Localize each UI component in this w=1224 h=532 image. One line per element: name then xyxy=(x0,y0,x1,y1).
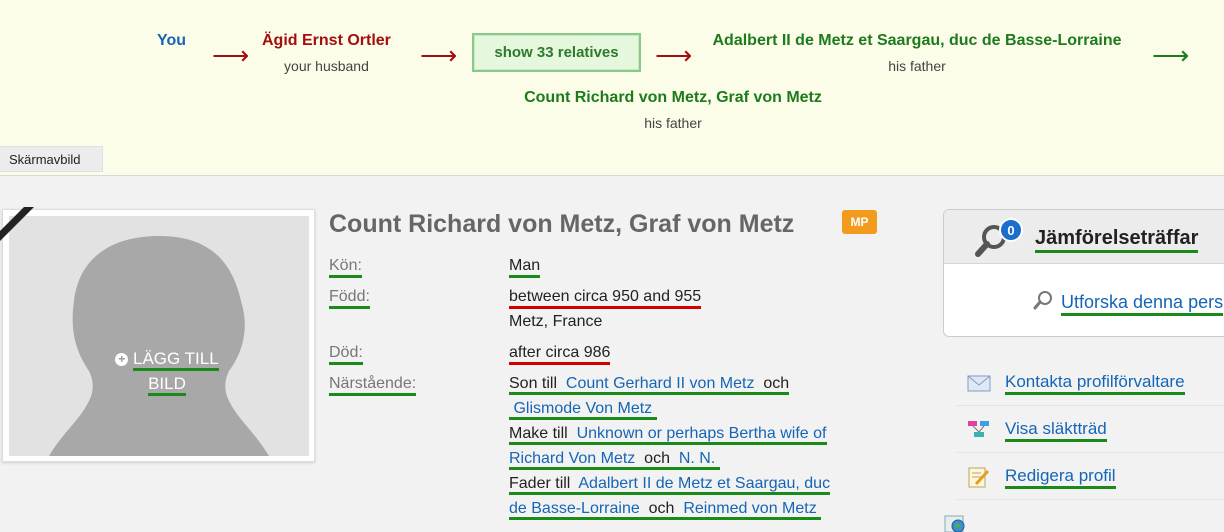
edit-profile-link[interactable]: Redigera profil xyxy=(1005,466,1116,489)
matches-header[interactable]: 0 Jämförelseträffar xyxy=(944,210,1224,264)
born-date: between circa 950 and 955 xyxy=(509,288,702,309)
family-child-row: de Basse-Lorraine och Reinmed von Metz xyxy=(509,500,822,520)
add-photo-line2[interactable]: BILD xyxy=(148,374,186,396)
explore-link[interactable]: Utforska denna pers xyxy=(1061,292,1224,316)
relationship-adalbert: Adalbert II de Metz et Saargau, duc de B… xyxy=(706,32,1128,74)
envelope-icon xyxy=(967,375,991,392)
gender-label: Kön: xyxy=(329,257,362,278)
relationship-banner: You ⟶ Ägid Ernst Ortler your husband ⟶ s… xyxy=(0,0,1224,176)
globe-icon xyxy=(943,514,969,532)
family-label: Närstående: xyxy=(329,375,417,396)
adalbert-link[interactable]: Adalbert II de Metz et Saargau, duc de B… xyxy=(706,32,1128,50)
profile-name: Count Richard von Metz, Graf von Metz xyxy=(329,210,795,238)
edit-pencil-icon xyxy=(968,467,990,488)
edit-profile-item[interactable]: Redigera profil xyxy=(957,454,1224,500)
richard-role: his father xyxy=(644,115,702,131)
contact-manager-item[interactable]: Kontakta profilförvaltare xyxy=(957,360,1224,406)
born-label: Född: xyxy=(329,288,370,309)
view-tree-item[interactable]: Visa släktträd xyxy=(957,407,1224,453)
arrow-right-icon: ⟶ xyxy=(655,40,693,70)
relationship-husband: Ägid Ernst Ortler your husband xyxy=(262,32,391,74)
add-photo-line1[interactable]: LÄGG TILL xyxy=(133,349,219,371)
richard-link[interactable]: Count Richard von Metz, Graf von Metz xyxy=(519,89,827,107)
silhouette-icon xyxy=(49,236,269,456)
and-text: och xyxy=(763,375,790,392)
wife2-link[interactable]: N. N. xyxy=(679,450,715,467)
relationship-richard: Count Richard von Metz, Graf von Metz hi… xyxy=(519,89,827,131)
family-wife-row: Richard Von Metz och N. N. xyxy=(509,450,720,470)
matches-panel: 0 Jämförelseträffar Utforska denna pers xyxy=(943,209,1224,337)
adalbert-role: his father xyxy=(888,58,946,74)
family-son-of-row: Son till Count Gerhard II von Metz och xyxy=(509,375,790,395)
search-icon xyxy=(1033,291,1052,310)
matches-title[interactable]: Jämförelseträffar xyxy=(1035,227,1199,253)
you-link[interactable]: You xyxy=(157,32,186,50)
son-of-text: Son till xyxy=(509,375,558,392)
contact-manager-link[interactable]: Kontakta profilförvaltare xyxy=(1005,372,1185,395)
child-link-line1[interactable]: Adalbert II de Metz et Saargau, duc xyxy=(578,475,830,492)
mother-link[interactable]: Glismode Von Metz xyxy=(513,400,652,417)
child2-link[interactable]: Reinmed von Metz xyxy=(683,500,816,517)
view-tree-link[interactable]: Visa släktträd xyxy=(1005,419,1107,442)
family-husband-row: Make till Unknown or perhaps Bertha wife… xyxy=(509,425,827,445)
gender-value: Man xyxy=(509,257,541,278)
profile-photo-frame: + LÄGG TILL BILD xyxy=(2,209,315,462)
father-link[interactable]: Count Gerhard II von Metz xyxy=(566,375,755,392)
family-father-of-row: Fader till Adalbert II de Metz et Saarga… xyxy=(509,475,831,495)
plus-circle-icon: + xyxy=(115,353,129,366)
match-count-badge: 0 xyxy=(999,218,1023,242)
and-text: och xyxy=(644,450,670,467)
and-text: och xyxy=(648,500,675,517)
family-mother-row: Glismode Von Metz xyxy=(509,400,657,420)
husband-link[interactable]: Ägid Ernst Ortler xyxy=(262,32,391,50)
screenshot-tooltip: Skärmavbild xyxy=(0,146,103,172)
husband-role: your husband xyxy=(284,58,369,74)
died-label: Död: xyxy=(329,344,363,365)
mp-badge[interactable]: MP xyxy=(842,210,877,234)
deceased-ribbon-icon xyxy=(0,207,40,247)
child-link-line2[interactable]: de Basse-Lorraine xyxy=(509,500,640,517)
relationship-you[interactable]: You xyxy=(157,32,186,50)
arrow-right-icon: ⟶ xyxy=(420,40,458,70)
show-relatives-button[interactable]: show 33 relatives xyxy=(472,33,641,72)
husband-of-text: Make till xyxy=(509,425,568,442)
born-place: Metz, France xyxy=(509,313,603,330)
father-of-text: Fader till xyxy=(509,475,571,492)
arrow-right-icon: ⟶ xyxy=(1152,40,1190,70)
wife-link-line1[interactable]: Unknown or perhaps Bertha wife of xyxy=(577,425,827,442)
died-date: after circa 986 xyxy=(509,344,611,365)
arrow-right-icon: ⟶ xyxy=(212,40,250,70)
profile-photo-placeholder[interactable]: + LÄGG TILL BILD xyxy=(9,216,309,456)
add-photo-link[interactable]: + LÄGG TILL BILD xyxy=(109,346,225,396)
family-tree-icon xyxy=(968,421,989,437)
wife-link-line2[interactable]: Richard Von Metz xyxy=(509,450,635,467)
